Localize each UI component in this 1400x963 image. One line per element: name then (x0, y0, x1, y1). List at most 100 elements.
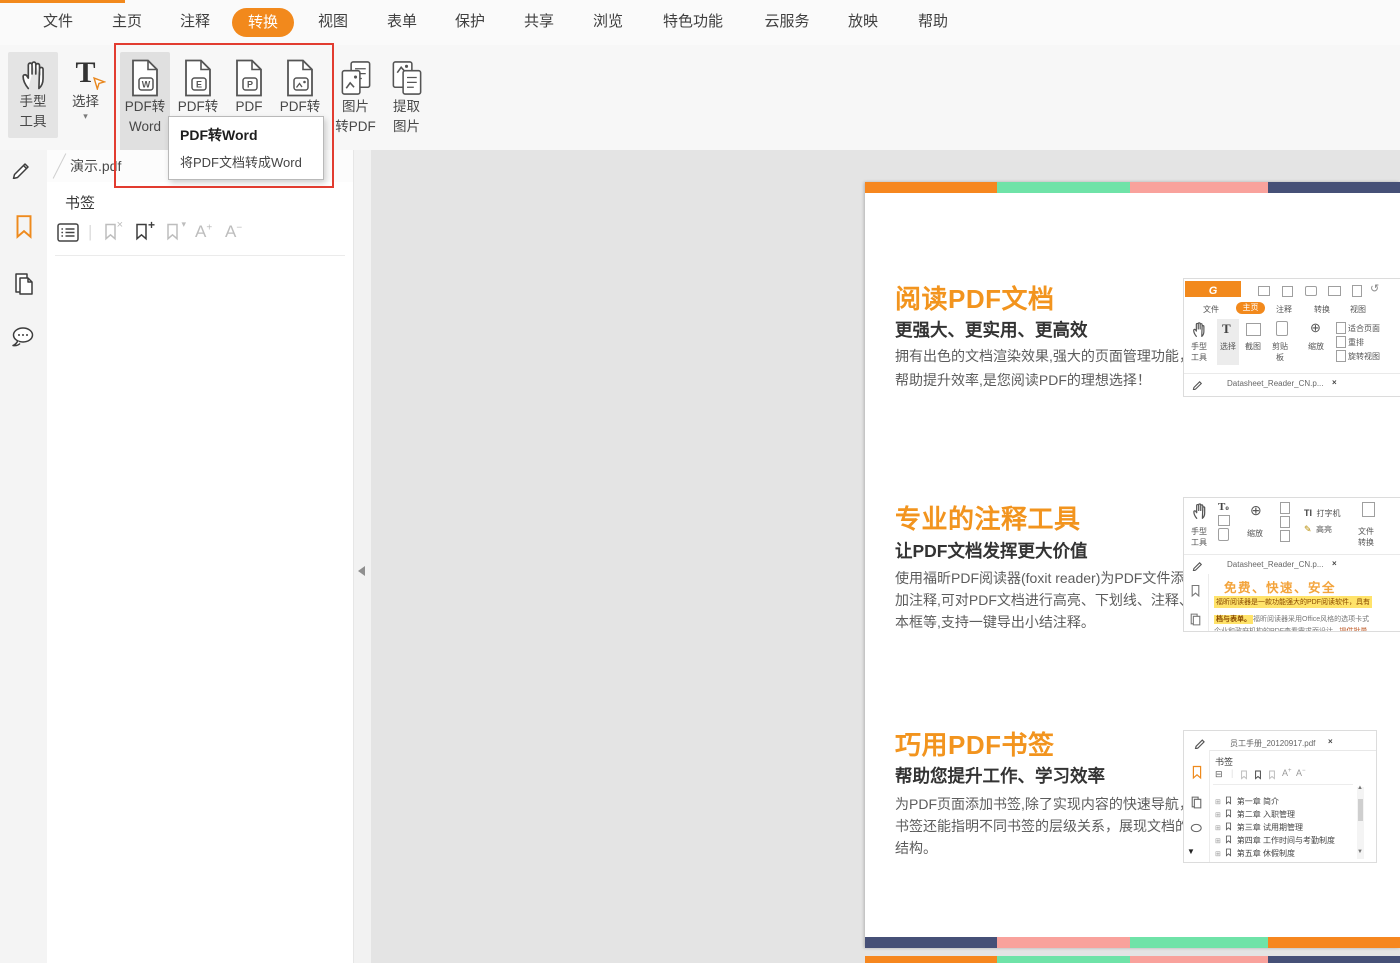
stripe-green (997, 956, 1130, 963)
stripe-pink (997, 937, 1130, 948)
mini-select-text-icon: To (1218, 501, 1229, 513)
stripe-navy (1268, 956, 1400, 963)
mini-divider (1213, 784, 1353, 785)
section2-line3: 本框等,支持一键导出小结注释。 (895, 614, 1095, 630)
stripe-orange (865, 956, 997, 963)
section2-subheading: 让PDF文档发挥更大价值 (895, 541, 1088, 561)
mini-screenshot-icon (1246, 323, 1261, 336)
expand-icon: ⊞ (1215, 851, 1221, 858)
menu-file[interactable]: 文件 (43, 0, 73, 44)
bookmark-row: ⊞ 第五章 休假制度 (1215, 843, 1295, 861)
mini-zoom-icon: ⊕ (1250, 502, 1262, 518)
mini-hand-icon (1192, 502, 1207, 520)
mini-hand-label1: 手型 (1191, 527, 1207, 536)
stripe-orange (1268, 937, 1400, 948)
mini-clipboard-label2: 板 (1276, 353, 1284, 362)
mini-file-convert-icon (1362, 502, 1375, 517)
menu-convert-active[interactable]: 转换 (231, 8, 295, 37)
pdf-to-word-tooltip: PDF转Word 将PDF文档转成Word (168, 116, 324, 180)
menu-browse[interactable]: 浏览 (593, 0, 623, 44)
pdf-to-word-button[interactable]: W PDF转 Word (120, 52, 170, 154)
mini-pages-icon (1189, 612, 1202, 627)
menu-features[interactable]: 特色功能 (663, 0, 723, 44)
section2-line1: 使用福昕PDF阅读器(foxit reader)为PDF文件添 (895, 570, 1185, 586)
menu-share[interactable]: 共享 (524, 0, 554, 44)
mini-content-heading: 免费、快速、安全 (1224, 581, 1337, 595)
tooltip-title: PDF转Word (180, 127, 258, 143)
section1-heading: 阅读PDF文档 (895, 284, 1055, 314)
menu-present[interactable]: 放映 (848, 0, 878, 44)
menu-cloud[interactable]: 云服务 (764, 0, 809, 44)
mini-tab-close-icon: × (1328, 737, 1333, 746)
collapse-panel-arrow-icon[interactable] (358, 566, 365, 576)
extract-image-icon (390, 60, 424, 97)
mini-rotate-label: 旋转视图 (1348, 352, 1380, 361)
section3-line2: 书签还能指明不同书签的层级关系，展现文档的 (895, 818, 1189, 834)
section1-subheading: 更强大、更实用、更高效 (895, 320, 1088, 340)
print-icon (1305, 286, 1317, 296)
delete-bookmark-icon[interactable]: × (103, 219, 123, 242)
stripe-orange (865, 182, 997, 193)
mini-zoom-icon: ⊕ (1310, 320, 1321, 335)
mini-menu-home-active: 主页 (1236, 302, 1265, 314)
left-sidebar-rail (0, 150, 48, 963)
save-icon (1282, 286, 1293, 297)
mini-add-bookmark-icon (1254, 770, 1262, 780)
mini-menu-convert: 转换 (1314, 305, 1330, 314)
bookmarks-panel-icon[interactable] (13, 214, 35, 240)
menu-comment[interactable]: 注释 (180, 0, 210, 44)
image-to-pdf-button[interactable]: 图片 转PDF (331, 52, 380, 154)
bookmark-list-options-icon[interactable] (57, 223, 79, 242)
menu-view[interactable]: 视图 (318, 0, 348, 44)
screenshot-reader-home: G ↺ 文件 主页 注释 转换 视图 手型 工具 T 选择 截图 剪贴 板 ⊕ … (1183, 278, 1400, 397)
menu-form[interactable]: 表单 (387, 0, 417, 44)
section1-line1: 拥有出色的文档渲染效果,强大的页面管理功能， (895, 348, 1193, 364)
menu-protect[interactable]: 保护 (455, 0, 485, 44)
section3-heading: 巧用PDF书签 (895, 730, 1055, 760)
hand-tool-label-2: 工具 (19, 114, 47, 129)
screenshot-annotation-tools: 手型 工具 To ⊕ 缩放 TI 打字机 ✎ 高亮 文件 转换 Datashee… (1183, 497, 1400, 632)
hand-tool-button[interactable]: 手型 工具 (8, 52, 58, 138)
extract-image-button[interactable]: 提取 图片 (383, 52, 430, 154)
select-tool-button[interactable]: T 选择 ▾ (62, 52, 109, 138)
annotate-pencil-icon[interactable] (11, 157, 33, 179)
pages-panel-icon[interactable] (12, 270, 36, 298)
active-document-tab[interactable]: 演示.pdf (70, 150, 121, 182)
mini-fit-page-icon (1336, 322, 1346, 334)
menu-help[interactable]: 帮助 (918, 0, 948, 44)
pdf-to-image-label-1: PDF转 (279, 99, 321, 114)
section3-subheading: 帮助您提升工作、学习效率 (895, 766, 1105, 786)
comments-panel-icon[interactable] (11, 326, 36, 349)
toolbar-divider: | (88, 222, 93, 241)
font-increase-icon[interactable]: A+ (195, 222, 212, 242)
mini-divider (1184, 373, 1400, 374)
font-decrease-icon[interactable]: A− (225, 222, 242, 242)
mini-area-select-icon (1218, 515, 1230, 526)
stripe-navy (865, 937, 997, 948)
screenshot-bookmarks-panel: 员工手册_20120917.pdf × ▼ 书签 ⊟ | A+ A− ⊞ 第一章… (1183, 730, 1377, 863)
next-page-top-stripe (865, 956, 1400, 963)
bookmark-label: 第五章 休假制度 (1236, 849, 1296, 858)
page-bottom-stripe (865, 937, 1400, 948)
pdf-to-word-label-1: PDF转 (124, 99, 166, 114)
mini-hand-label2: 工具 (1191, 538, 1207, 547)
mini-pencil-icon (1192, 559, 1204, 571)
menu-bar: 文件 主页 注释 转换 视图 表单 保护 共享 浏览 特色功能 云服务 放映 帮… (0, 0, 1400, 46)
bookmark-more-icon[interactable]: ▾ (165, 219, 186, 242)
stripe-pink (1130, 956, 1268, 963)
mini-clipboard-label1: 剪贴 (1272, 342, 1288, 351)
mini-scrollbar: ▲ ▼ (1357, 785, 1364, 859)
mini-page-icon-3 (1280, 530, 1290, 542)
stripe-pink (1130, 182, 1268, 193)
mini-hand-label2: 工具 (1191, 353, 1207, 362)
mini-rail-divider (1208, 574, 1209, 631)
highlight-label: 高亮 (1316, 525, 1332, 534)
svg-text:E: E (196, 80, 202, 90)
mini-line3: 企业和政府机构的PDF查看需求而设计, 提供批量 (1214, 620, 1367, 631)
section2-heading: 专业的注释工具 (895, 504, 1081, 534)
mini-screenshot-label: 截图 (1245, 342, 1261, 351)
mini-select-label: 选择 (1220, 342, 1236, 351)
add-bookmark-icon[interactable]: + (134, 218, 155, 242)
menu-home[interactable]: 主页 (112, 0, 142, 44)
stripe-navy (1268, 182, 1400, 193)
